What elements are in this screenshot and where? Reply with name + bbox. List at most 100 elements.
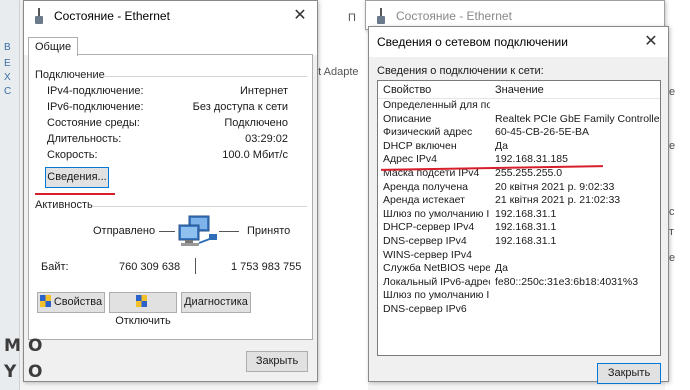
value-cell: Realtek PCIe GbE Family Controller bbox=[495, 112, 660, 125]
details-button[interactable]: Сведения... bbox=[45, 167, 109, 188]
property-cell: DNS-сервер IPv6 bbox=[383, 302, 467, 315]
list-item[interactable]: Шлюз по умолчанию IP... 192.168.31.1 bbox=[378, 208, 660, 222]
background-fragment: П bbox=[348, 12, 356, 24]
column-header-property[interactable]: Свойство bbox=[378, 81, 490, 98]
property-cell: Аренда истекает bbox=[383, 194, 465, 207]
background-window-left: B E X C bbox=[0, 0, 20, 390]
connection-group-label: Подключение bbox=[35, 69, 105, 81]
list-item[interactable]: Локальный IPv6-адрес... fe80::250c:31e3:6… bbox=[378, 276, 660, 290]
speed-label: Скорость: bbox=[47, 149, 98, 161]
property-cell: Локальный IPv6-адрес... bbox=[383, 275, 490, 288]
details-close-button[interactable]: Закрыть bbox=[597, 363, 661, 384]
value-cell: 192.168.31.1 bbox=[495, 221, 557, 234]
property-cell: Шлюз по умолчанию IP... bbox=[383, 289, 490, 302]
background-fragment: е bbox=[669, 140, 676, 152]
property-cell: WINS-сервер IPv4 bbox=[383, 248, 472, 261]
list-item[interactable]: DHCP включен Да bbox=[378, 140, 660, 154]
property-cell: Адрес IPv4 bbox=[383, 153, 437, 166]
bytes-sent-value: 760 309 638 bbox=[119, 261, 181, 273]
list-item[interactable]: Физический адрес 60-45-CB-26-5E-BA bbox=[378, 126, 660, 140]
ipv6-value: Без доступа к сети bbox=[192, 101, 288, 113]
ipv6-label: IPv6-подключение: bbox=[47, 101, 144, 113]
list-item[interactable]: Определенный для по... bbox=[378, 99, 660, 113]
divider bbox=[103, 76, 307, 77]
close-button[interactable]: Закрыть bbox=[246, 351, 308, 372]
list-item[interactable]: DHCP-сервер IPv4 192.168.31.1 bbox=[378, 221, 660, 235]
bytes-received-value: 1 753 983 755 bbox=[231, 261, 302, 273]
moyo-watermark: M O Y O bbox=[2, 336, 50, 388]
property-cell: DNS-сервер IPv4 bbox=[383, 234, 467, 247]
value-cell bbox=[490, 289, 660, 303]
list-item[interactable]: WINS-сервер IPv4 bbox=[378, 249, 660, 263]
close-icon[interactable]: ✕ bbox=[291, 7, 309, 25]
ipv4-value: Интернет bbox=[240, 85, 288, 97]
duration-label: Длительность: bbox=[47, 133, 122, 145]
close-icon[interactable]: ✕ bbox=[642, 33, 660, 51]
title-bar: Сведения о сетевом подключении ✕ bbox=[369, 27, 668, 57]
window-title: Сведения о сетевом подключении bbox=[377, 35, 568, 49]
tab-strip: Общие bbox=[24, 31, 317, 56]
value-cell: 255.255.255.0 bbox=[495, 166, 563, 179]
window-title: Состояние - Ethernet bbox=[396, 9, 512, 23]
activity-group-label: Активность bbox=[35, 199, 93, 211]
details-caption: Сведения о подключении к сети: bbox=[377, 65, 544, 77]
sent-dash bbox=[159, 231, 175, 232]
background-fragment: X bbox=[4, 72, 11, 83]
value-cell: 60-45-CB-26-5E-BA bbox=[495, 126, 589, 139]
background-fragment: т bbox=[669, 226, 675, 238]
property-cell: Описание bbox=[383, 112, 432, 125]
network-computers-icon bbox=[175, 215, 219, 251]
list-item[interactable]: Аренда истекает 21 квітня 2021 р. 21:02:3… bbox=[378, 194, 660, 208]
duration-value: 03:29:02 bbox=[245, 133, 288, 145]
column-header-value[interactable]: Значение bbox=[490, 81, 660, 98]
value-cell: Да bbox=[495, 262, 508, 275]
list-item[interactable]: Описание Realtek PCIe GbE Family Controll… bbox=[378, 113, 660, 127]
list-item[interactable]: Служба NetBIOS черeз... Да bbox=[378, 262, 660, 276]
ethernet-status-window: Состояние - Ethernet ✕ Общие Подключение… bbox=[23, 0, 318, 382]
highlight-underline bbox=[35, 193, 115, 195]
list-item[interactable]: DNS-сервер IPv6 bbox=[378, 303, 660, 317]
background-fragment: E bbox=[4, 58, 11, 69]
value-cell: 192.168.31.1 bbox=[495, 234, 557, 247]
background-fragment: е bbox=[669, 86, 676, 98]
property-cell: Аренда получена bbox=[383, 180, 468, 193]
speed-value: 100.0 Мбит/с bbox=[222, 149, 288, 161]
background-fragment: B bbox=[4, 42, 11, 53]
window-title: Состояние - Ethernet bbox=[54, 9, 170, 23]
value-cell: 21 квітня 2021 р. 21:02:33 bbox=[495, 194, 621, 207]
background-adapter-text: et Adapte bbox=[312, 66, 359, 78]
background-fragment: е bbox=[669, 252, 676, 264]
property-cell: Определенный для по... bbox=[383, 99, 490, 111]
diagnose-button[interactable]: Диагностика bbox=[181, 292, 251, 313]
general-panel: Подключение IPv4-подключение: Интернет I… bbox=[28, 54, 313, 340]
list-item[interactable]: Аренда получена 20 квітня 2021 р. 9:02:33 bbox=[378, 181, 660, 195]
property-cell: DHCP-сервер IPv4 bbox=[383, 221, 475, 234]
list-item[interactable]: Адрес IPv4 192.168.31.185 bbox=[378, 153, 660, 167]
shield-icon bbox=[39, 295, 51, 307]
shield-icon bbox=[136, 295, 147, 307]
tab-general[interactable]: Общие bbox=[28, 37, 79, 56]
ipv4-label: IPv4-подключение: bbox=[47, 85, 144, 97]
properties-button[interactable]: Свойства bbox=[37, 292, 105, 313]
list-item[interactable]: Шлюз по умолчанию IP... bbox=[378, 289, 660, 303]
background-window-mid: П et Adapte bbox=[312, 0, 368, 390]
disable-button-label: Отключить bbox=[115, 315, 171, 327]
list-item[interactable]: DNS-сервер IPv4 192.168.31.1 bbox=[378, 235, 660, 249]
property-cell: DHCP включен bbox=[383, 139, 457, 152]
network-details-window: Сведения о сетевом подключении ✕ Сведени… bbox=[368, 26, 669, 384]
background-fragment: с bbox=[669, 206, 675, 218]
divider bbox=[93, 206, 307, 207]
sent-label: Отправлено bbox=[93, 225, 156, 237]
property-cell: Шлюз по умолчанию IP... bbox=[383, 207, 490, 220]
disable-button[interactable]: Отключить bbox=[109, 292, 177, 327]
value-cell bbox=[490, 303, 660, 317]
list-rows: Определенный для по... Описание Realtek PC… bbox=[378, 99, 660, 317]
media-state-value: Подключено bbox=[224, 117, 288, 129]
received-label: Принято bbox=[247, 225, 291, 237]
value-cell bbox=[490, 99, 660, 113]
value-cell: 20 квітня 2021 р. 9:02:33 bbox=[495, 180, 615, 193]
value-cell: Да bbox=[495, 139, 508, 152]
details-list[interactable]: Свойство Значение Определенный для по...… bbox=[377, 80, 661, 356]
background-fragment: C bbox=[4, 86, 12, 97]
bytes-label: Байт: bbox=[41, 261, 69, 273]
